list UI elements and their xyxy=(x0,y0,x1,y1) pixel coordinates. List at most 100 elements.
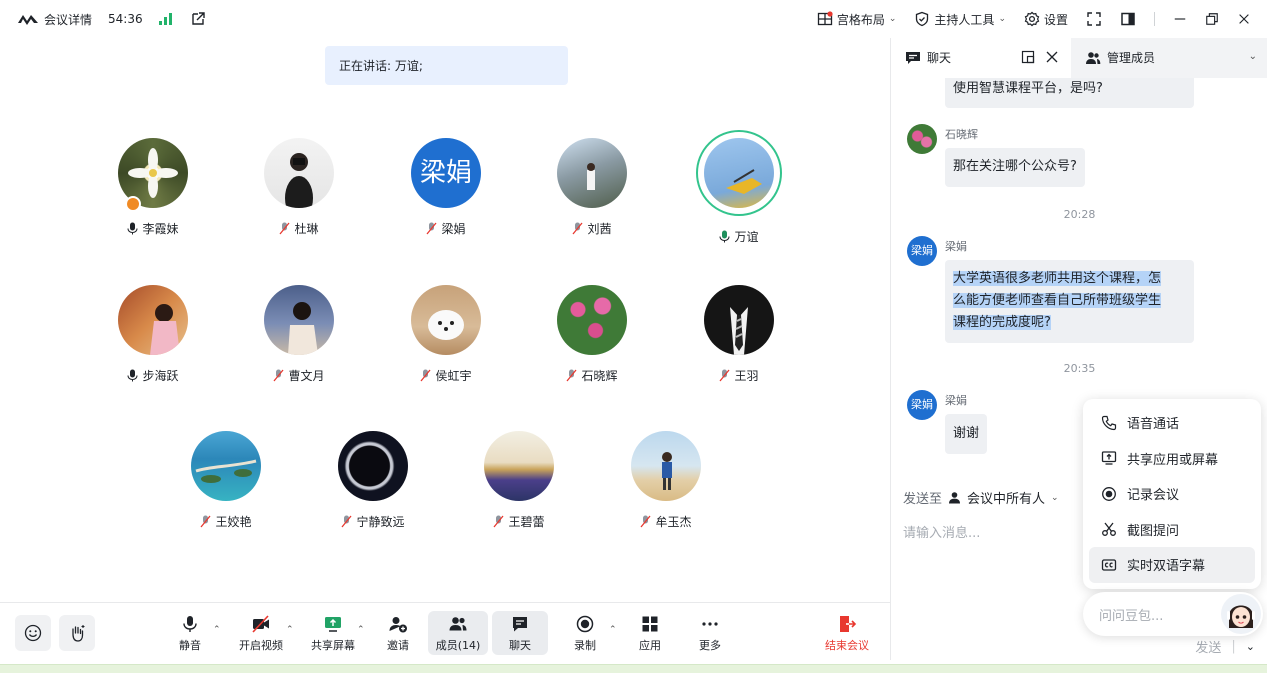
member-name: 王姣艳 xyxy=(215,515,252,529)
exit-icon xyxy=(840,615,857,632)
microphone-icon xyxy=(183,615,197,632)
menu-item-share-app[interactable]: 共享应用或屏幕 xyxy=(1089,441,1255,477)
chat-message-line: 课程的完成度呢? xyxy=(953,315,1051,330)
gear-icon xyxy=(1024,11,1040,27)
member-tile[interactable]: 万谊 xyxy=(684,130,794,245)
bottom-toolbar: 静音 ⌃ 开启视频 ⌃ 共享屏幕 ⌃ 邀请 成员(14) 聊天 录制 ⌃ 应用 … xyxy=(0,602,890,660)
send-button[interactable]: 发送 xyxy=(1195,637,1221,656)
member-name: 侯虹宇 xyxy=(435,369,472,383)
end-meeting-button[interactable]: 结束会议 xyxy=(823,611,871,655)
chat-message-text: 谢谢 xyxy=(953,426,980,441)
record-icon xyxy=(1102,486,1116,501)
meeting-timer: 54:36 xyxy=(108,12,143,26)
user-icon xyxy=(949,492,961,504)
chevron-down-icon: ⌄ xyxy=(1051,492,1059,503)
menu-item-voice-call[interactable]: 语音通话 xyxy=(1089,405,1255,441)
menu-item-bilingual-captions[interactable]: 实时双语字幕 xyxy=(1089,547,1255,583)
tab-chat-label: 聊天 xyxy=(927,51,952,65)
chevron-up-icon[interactable]: ⌃ xyxy=(213,625,221,635)
member-tile[interactable]: 侯虹宇 xyxy=(391,285,501,384)
avatar xyxy=(907,124,937,154)
member-tile[interactable]: 王羽 xyxy=(684,285,794,384)
member-tile[interactable]: 步海跃 xyxy=(98,285,208,384)
menu-item-screenshot-question[interactable]: 截图提问 xyxy=(1089,512,1255,548)
share-screen-label: 共享屏幕 xyxy=(311,638,355,652)
close-icon[interactable] xyxy=(1237,12,1251,26)
fullscreen-icon[interactable] xyxy=(1086,11,1102,27)
chevron-up-icon[interactable]: ⌃ xyxy=(286,625,294,635)
popout-icon[interactable] xyxy=(190,11,206,27)
chat-icon xyxy=(513,616,527,631)
mic-muted-icon xyxy=(273,369,284,382)
add-user-icon xyxy=(389,616,407,632)
chevron-down-icon: ⌄ xyxy=(888,14,897,24)
microphone-icon xyxy=(127,369,138,382)
menu-item-record-meeting[interactable]: 记录会议 xyxy=(1089,476,1255,512)
settings-button[interactable]: 设置 xyxy=(1024,11,1068,28)
apps-label: 应用 xyxy=(639,638,661,652)
close-icon[interactable] xyxy=(1045,50,1059,64)
member-tile[interactable]: 梁娟 梁娟 xyxy=(391,138,501,237)
member-tile[interactable]: 刘茜 xyxy=(537,138,647,237)
members-icon xyxy=(449,616,467,630)
member-name: 步海跃 xyxy=(142,369,179,383)
members-label: 成员(14) xyxy=(435,638,481,652)
avatar: 梁娟 xyxy=(907,236,937,266)
member-tile[interactable]: 王碧蕾 xyxy=(464,431,574,530)
chevron-up-icon[interactable]: ⌃ xyxy=(357,625,365,635)
chat-timestamp: 20:35 xyxy=(1063,362,1096,375)
settings-label: 设置 xyxy=(1043,12,1068,27)
minimize-icon[interactable] xyxy=(1173,12,1187,26)
grid-layout-button[interactable]: 宫格布局 ⌄ xyxy=(817,11,897,28)
apps-icon xyxy=(642,616,658,631)
video-off-icon xyxy=(252,614,269,633)
mic-muted-icon xyxy=(279,222,290,235)
restore-icon[interactable] xyxy=(1205,12,1219,26)
more-label: 更多 xyxy=(699,638,721,652)
sidebar-toggle-icon[interactable] xyxy=(1120,11,1136,27)
record-button[interactable]: 录制 xyxy=(571,611,599,655)
taskbar-strip xyxy=(0,664,1267,673)
raise-hand-button[interactable] xyxy=(59,615,95,651)
app-logo-icon xyxy=(18,15,38,25)
member-name: 梁娟 xyxy=(441,222,466,236)
assistant-avatar[interactable] xyxy=(1221,594,1261,634)
mute-button[interactable]: 静音 xyxy=(172,611,208,655)
popout-icon[interactable] xyxy=(1021,50,1035,64)
member-name: 宁静致远 xyxy=(356,515,405,529)
chevron-up-icon[interactable]: ⌃ xyxy=(609,625,617,635)
chevron-down-icon[interactable]: ⌄ xyxy=(1246,640,1255,653)
member-tile[interactable]: 王姣艳 xyxy=(171,431,281,530)
menu-item-label: 记录会议 xyxy=(1127,488,1180,504)
tab-chat[interactable]: 聊天 xyxy=(891,37,1071,78)
apps-button[interactable]: 应用 xyxy=(636,611,664,655)
mic-muted-icon xyxy=(420,369,431,382)
chat-button[interactable]: 聊天 xyxy=(492,611,548,655)
member-name: 曹文月 xyxy=(288,369,325,383)
speaking-avatar xyxy=(696,130,782,216)
more-button[interactable]: 更多 xyxy=(696,611,724,655)
meeting-details-link[interactable]: 会议详情 xyxy=(44,11,92,28)
member-tile[interactable]: 曹文月 xyxy=(244,285,354,384)
send-to-label: 发送至 xyxy=(903,492,943,507)
member-tile[interactable]: 李霞妹 xyxy=(98,138,208,237)
invite-button[interactable]: 邀请 xyxy=(382,611,414,655)
message-input[interactable]: 请输入消息... xyxy=(903,522,980,541)
chat-message-text: 那在关注哪个公众号? xyxy=(953,159,1077,174)
member-name: 万谊 xyxy=(734,230,759,244)
emoji-button[interactable] xyxy=(15,615,51,651)
tab-manage-members[interactable]: 管理成员 ⌄ xyxy=(1071,37,1267,78)
members-icon xyxy=(1086,51,1101,64)
member-tile[interactable]: 杜琳 xyxy=(244,138,354,237)
member-tile[interactable]: 牟玉杰 xyxy=(611,431,721,530)
start-video-button[interactable]: 开启视频 xyxy=(236,611,286,655)
chevron-down-icon[interactable]: ⌄ xyxy=(1249,51,1257,62)
ask-assistant-input[interactable]: 问问豆包... xyxy=(1083,592,1263,636)
members-button[interactable]: 成员(14) xyxy=(428,611,488,655)
share-screen-button[interactable]: 共享屏幕 xyxy=(309,611,357,655)
host-tools-button[interactable]: 主持人工具 ⌄ xyxy=(914,11,1006,28)
send-to-selector[interactable]: 发送至 会议中所有人 ⌄ xyxy=(903,488,1059,507)
member-tile[interactable]: 石晓辉 xyxy=(537,285,647,384)
signal-icon[interactable] xyxy=(158,13,172,25)
member-tile[interactable]: 宁静致远 xyxy=(318,431,428,530)
